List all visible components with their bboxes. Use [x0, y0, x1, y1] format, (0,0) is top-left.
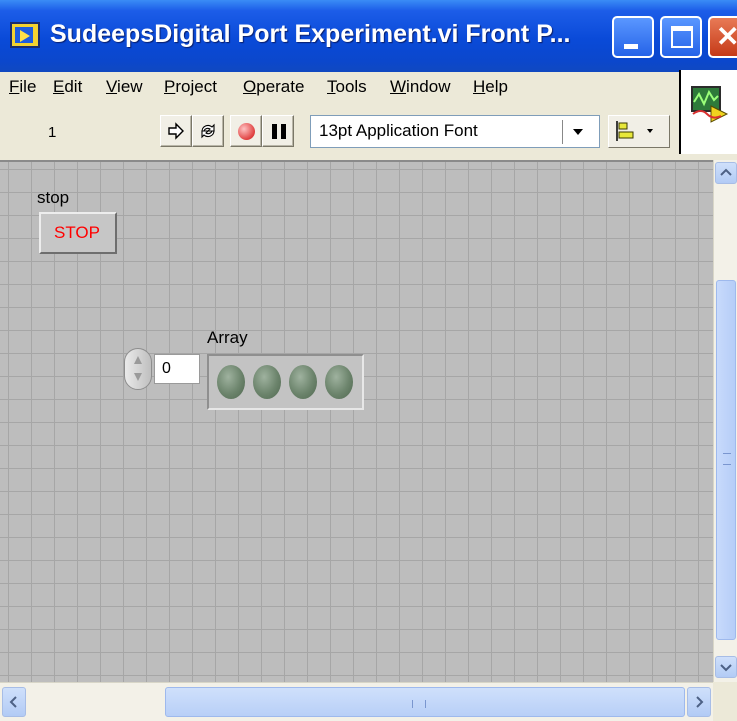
vi-front-panel-window: SudeepsDigital Port Experiment.vi Front …: [0, 0, 737, 721]
array-indicator[interactable]: [207, 354, 364, 410]
font-select-divider: [562, 120, 563, 144]
pause-icon: [272, 124, 286, 139]
minimize-icon: [624, 44, 638, 49]
abort-icon: [238, 123, 255, 140]
labview-vi-icon[interactable]: [10, 22, 40, 48]
font-select-value: 13pt Application Font: [319, 121, 478, 140]
stop-label: stop: [37, 188, 70, 207]
grip-icon: [412, 700, 426, 708]
minimize-button[interactable]: [612, 16, 654, 58]
close-icon: ✕: [716, 21, 737, 52]
pause-button[interactable]: [262, 115, 294, 147]
run-button[interactable]: [160, 115, 192, 147]
menu-bar: File Edit View Project Operate Tools Win…: [0, 72, 680, 102]
run-continuously-button[interactable]: [192, 115, 224, 147]
menu-file[interactable]: File: [9, 77, 36, 97]
scroll-right-button[interactable]: [687, 687, 711, 717]
horizontal-scroll-thumb[interactable]: [165, 687, 685, 717]
vertical-scroll-thumb[interactable]: [716, 280, 736, 640]
array-index-value: 0: [162, 360, 171, 377]
horizontal-scrollbar[interactable]: [0, 682, 713, 721]
stop-button[interactable]: STOP: [39, 212, 117, 254]
menu-edit[interactable]: Edit: [53, 77, 82, 97]
front-panel-canvas[interactable]: stop STOP Array 0: [0, 160, 713, 682]
menu-help[interactable]: Help: [473, 77, 508, 97]
led-indicator: [325, 365, 353, 399]
size-grip[interactable]: [713, 682, 737, 721]
array-index-field[interactable]: 0: [154, 354, 200, 384]
vi-connector-pane[interactable]: [679, 70, 737, 154]
window-title: SudeepsDigital Port Experiment.vi Front …: [50, 20, 571, 48]
array-label: Array: [207, 328, 248, 347]
menu-project[interactable]: Project: [164, 77, 217, 97]
font-select[interactable]: 13pt Application Font: [310, 115, 600, 148]
vi-icon: [691, 86, 729, 123]
scroll-down-button[interactable]: [715, 656, 737, 678]
connector-pane-number: 1: [48, 124, 57, 141]
chevron-down-icon: [573, 129, 583, 135]
chevron-left-icon: [9, 696, 17, 708]
menu-window[interactable]: Window: [390, 77, 450, 97]
vertical-scrollbar[interactable]: [713, 160, 737, 682]
run-continuously-icon: [201, 123, 215, 139]
stop-button-text: STOP: [54, 223, 100, 242]
scroll-left-button[interactable]: [2, 687, 26, 717]
menu-operate[interactable]: Operate: [243, 77, 304, 97]
grip-icon: [723, 453, 731, 465]
title-bar[interactable]: SudeepsDigital Port Experiment.vi Front …: [0, 0, 737, 72]
align-objects-button[interactable]: [608, 115, 670, 148]
chevron-right-icon: [696, 696, 704, 708]
chevron-down-icon: [720, 664, 732, 672]
close-button[interactable]: ✕: [708, 16, 737, 58]
scroll-up-button[interactable]: [715, 162, 737, 184]
led-indicator: [253, 365, 281, 399]
align-objects-icon: [616, 121, 653, 141]
led-indicator: [289, 365, 317, 399]
menu-view[interactable]: View: [106, 77, 143, 97]
chevron-up-icon: [720, 168, 732, 176]
menu-tools[interactable]: Tools: [327, 77, 367, 97]
maximize-icon: [671, 26, 693, 48]
maximize-button[interactable]: [660, 16, 702, 58]
abort-button[interactable]: [230, 115, 262, 147]
array-index-stepper[interactable]: [124, 348, 152, 390]
run-arrow-icon: [168, 122, 184, 140]
led-indicator: [217, 365, 245, 399]
